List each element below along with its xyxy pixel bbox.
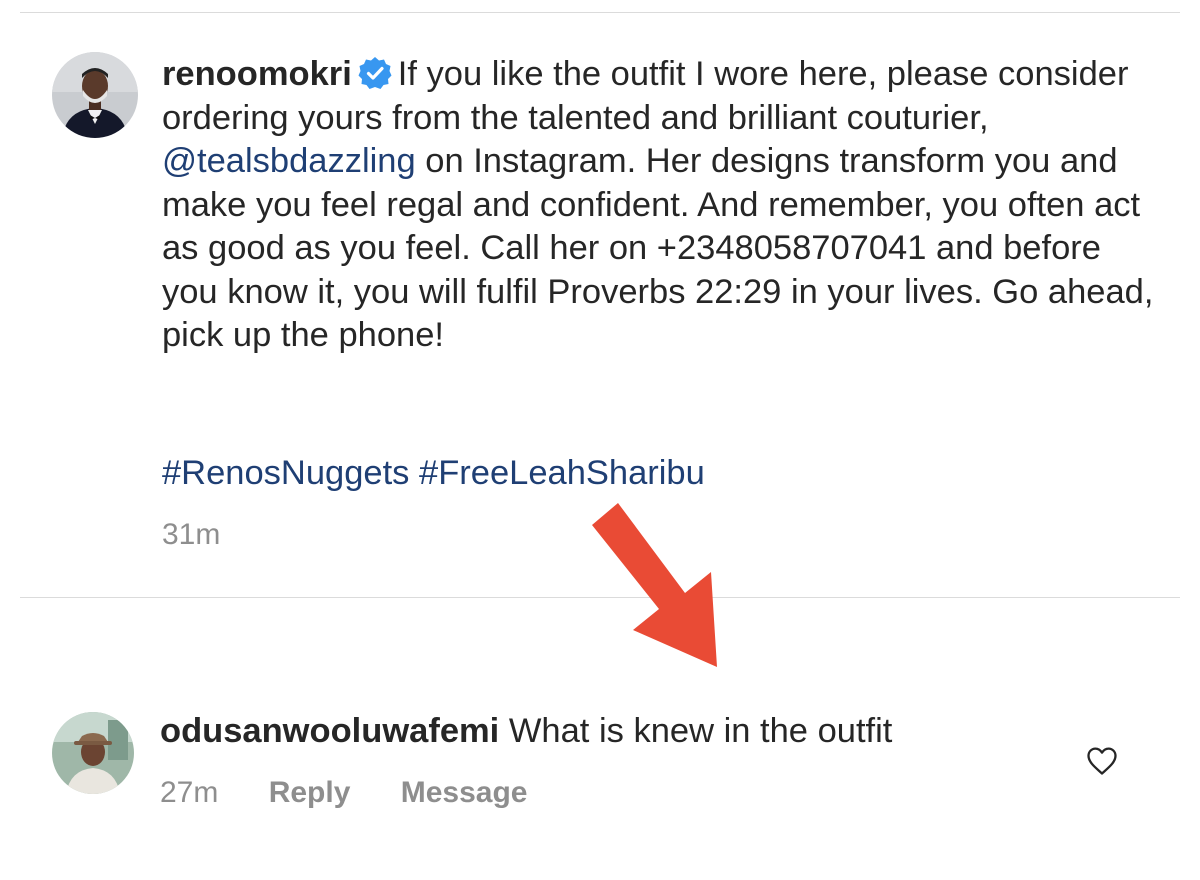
hashtag-link[interactable]: #RenosNuggets: [162, 454, 409, 492]
top-divider: [20, 12, 1180, 13]
message-button[interactable]: Message: [401, 776, 528, 809]
hashtag-link[interactable]: #FreeLeahSharibu: [419, 454, 705, 492]
section-divider: [20, 597, 1180, 598]
avatar-photo: [52, 712, 134, 794]
comment-message: What is knew in the outfit: [499, 712, 893, 750]
comment-actions: 27m Reply Message: [160, 776, 570, 810]
avatar-photo: [52, 52, 138, 138]
mention-link[interactable]: @tealsbdazzling: [162, 142, 416, 180]
commenter-avatar[interactable]: [52, 712, 134, 794]
heart-outline-icon[interactable]: [1086, 746, 1118, 776]
comment-text: odusanwooluwafemi What is knew in the ou…: [160, 710, 892, 754]
post-author-username[interactable]: renoomokri: [162, 55, 352, 93]
post-author-avatar[interactable]: [52, 52, 138, 138]
post-timestamp: 31m: [162, 518, 221, 551]
commenter-username[interactable]: odusanwooluwafemi: [160, 712, 499, 750]
comment-timestamp: 27m: [160, 776, 219, 809]
post-hashtags: #RenosNuggets #FreeLeahSharibu: [162, 452, 705, 496]
verified-badge-icon: [358, 56, 392, 90]
post-caption: renoomokri If you like the outfit I wore …: [162, 53, 1162, 358]
reply-button[interactable]: Reply: [269, 776, 351, 809]
